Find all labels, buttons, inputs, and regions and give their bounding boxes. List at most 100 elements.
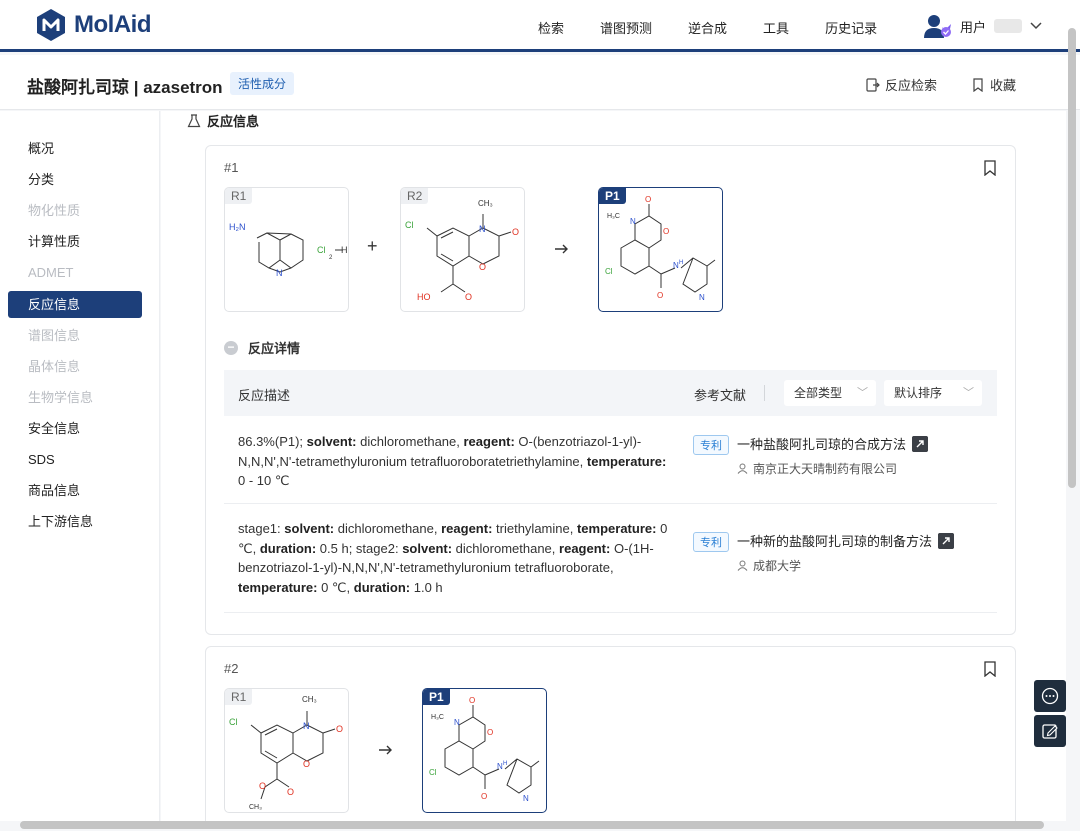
atom-label: CH₃ [478,199,493,208]
sidebar-item-updown[interactable]: 上下游信息 [8,508,142,535]
sidebar-item-classification[interactable]: 分类 [8,166,142,193]
nav-history[interactable]: 历史记录 [825,18,877,37]
reactant-1-structure[interactable]: R1 H₂N N Cl H 2 [224,187,349,312]
sidebar: 概况 分类 物化性质 计算性质 ADMET 反应信息 谱图信息 晶体信息 生物学… [0,111,160,821]
sidebar-item-overview[interactable]: 概况 [8,135,142,162]
section-title: 反应信息 [207,114,260,129]
atom-label: Cl [605,267,613,276]
atom-label: O [479,262,486,272]
atom-label: O [303,759,310,769]
type-filter-select[interactable]: 全部类型 ﹀ [784,380,876,406]
molaid-logo-icon [37,9,65,41]
feedback-button[interactable] [1034,715,1066,747]
product-structure[interactable]: P1 O H₃C N O Cl O N H N [598,187,723,312]
reference-link[interactable]: 一种盐酸阿扎司琼的合成方法 [737,434,929,453]
brand-name: MolAid [74,11,151,38]
plus-icon: + [367,236,378,256]
atom-label: O [469,696,475,705]
collapse-icon: − [224,340,238,355]
sidebar-item-admet: ADMET [28,265,74,280]
reactant-2-structure[interactable]: R2 CH₃ N O Cl O HO O [400,187,525,312]
table-row: stage1: solvent: dichloromethane, reagen… [224,505,997,613]
active-ingredient-tag: 活性成分 [230,72,295,95]
atom-label: O [487,728,493,737]
reaction-table-header: 反应描述 参考文献 全部类型 ﹀ 默认排序 ﹀ [224,370,997,416]
atom-label: O [663,227,669,236]
external-link-icon[interactable] [938,532,955,549]
external-link-icon[interactable] [912,435,929,452]
atom-label: H₂N [229,222,246,232]
sidebar-item-products[interactable]: 商品信息 [8,477,142,504]
user-label: 用户 [960,19,987,35]
quinuclidine-amine-structure: H₂N N Cl H 2 [229,222,348,278]
azasetron-structure: O H₃C N O Cl O N H N [429,696,540,803]
reaction-conditions: stage1: solvent: dichloromethane, reagen… [238,521,668,595]
atom-label: O [465,292,472,302]
reactant-1-structure[interactable]: R1 CH₃ N O Cl O O O CH₃ [224,688,349,813]
atom-label: CH₃ [249,804,262,811]
atom-label: N [479,224,486,234]
sidebar-item-safety[interactable]: 安全信息 [8,415,142,442]
atom-label: N [699,293,705,302]
atom-label: HO [417,292,431,302]
flask-icon [187,113,201,127]
logo[interactable]: MolAid [34,8,151,42]
chevron-down-icon [1030,19,1042,33]
user-menu[interactable]: 用户 [922,12,1042,40]
atom-label: O [645,195,651,204]
nav-retrosynthesis[interactable]: 逆合成 [688,18,727,37]
atom-label: Cl [229,717,238,727]
atom-label: O [259,781,266,791]
sort-select[interactable]: 默认排序 ﹀ [884,380,982,406]
product-structure[interactable]: P1 O H₃C N O Cl O N H N [422,688,547,813]
atom-label: N [454,718,460,727]
sidebar-item-computed[interactable]: 计算性质 [8,228,142,255]
top-nav: MolAid 检索 谱图预测 逆合成 工具 历史记录 用户 [0,0,1080,52]
patent-badge: 专利 [693,532,729,552]
detail-label: 反应详情 [248,341,301,356]
atom-label: 2 [329,255,333,261]
bookmark-icon[interactable] [983,661,997,677]
sidebar-item-sds[interactable]: SDS [8,446,142,473]
edit-icon [1042,724,1058,739]
atom-label: Cl [405,220,414,230]
atom-label: H [679,260,683,266]
atom-label: O [512,227,519,237]
column-description: 反应描述 [238,388,291,403]
type-filter-value: 全部类型 [794,386,843,400]
atom-label: H [341,245,348,255]
horizontal-scrollbar[interactable] [20,821,1044,829]
atom-label: O [287,787,294,797]
user-name-masked [994,19,1023,33]
reaction-search-button[interactable]: 反应检索 [866,75,937,94]
bookmark-icon[interactable] [983,160,997,176]
page-title: 盐酸阿扎司琼 | azasetron [27,78,223,97]
compound-title-bar: 盐酸阿扎司琼 | azasetron 活性成分 反应检索 收藏 [0,55,1080,110]
chevron-down-icon: ﹀ [857,387,868,399]
sort-value: 默认排序 [894,386,943,400]
vertical-scrollbar[interactable] [1068,28,1076,488]
sidebar-item-biology: 生物学信息 [28,390,94,405]
nav-spectrum-prediction[interactable]: 谱图预测 [600,18,652,37]
user-icon [737,463,748,474]
atom-label: N [303,721,310,731]
sidebar-item-reactions[interactable]: 反应信息 [8,291,142,318]
atom-label: O [481,792,487,801]
nav-tools[interactable]: 工具 [763,18,789,37]
atom-label: O [657,291,663,300]
nav-search[interactable]: 检索 [538,18,564,37]
reference-organization: 南京正大天晴制药有限公司 [737,460,897,477]
chevron-down-icon: ﹀ [963,387,974,399]
reaction-detail-toggle[interactable]: − 反应详情 [224,338,300,357]
chat-button[interactable] [1034,680,1066,712]
sidebar-item-spectra: 谱图信息 [28,328,81,343]
reference-title: 一种新的盐酸阿扎司琼的制备方法 [737,534,933,549]
sidebar-item-crystal: 晶体信息 [28,359,81,374]
reference-title: 一种盐酸阿扎司琼的合成方法 [737,437,907,452]
reference-link[interactable]: 一种新的盐酸阿扎司琼的制备方法 [737,531,955,550]
reaction-card: #2 R1 CH₃ N O Cl O O O CH₃ P1 O H₃C N O … [205,646,1016,821]
favorite-button[interactable]: 收藏 [971,75,1016,94]
atom-label: N [630,217,636,226]
column-reference: 参考文献 [694,388,747,403]
user-icon [737,560,748,571]
